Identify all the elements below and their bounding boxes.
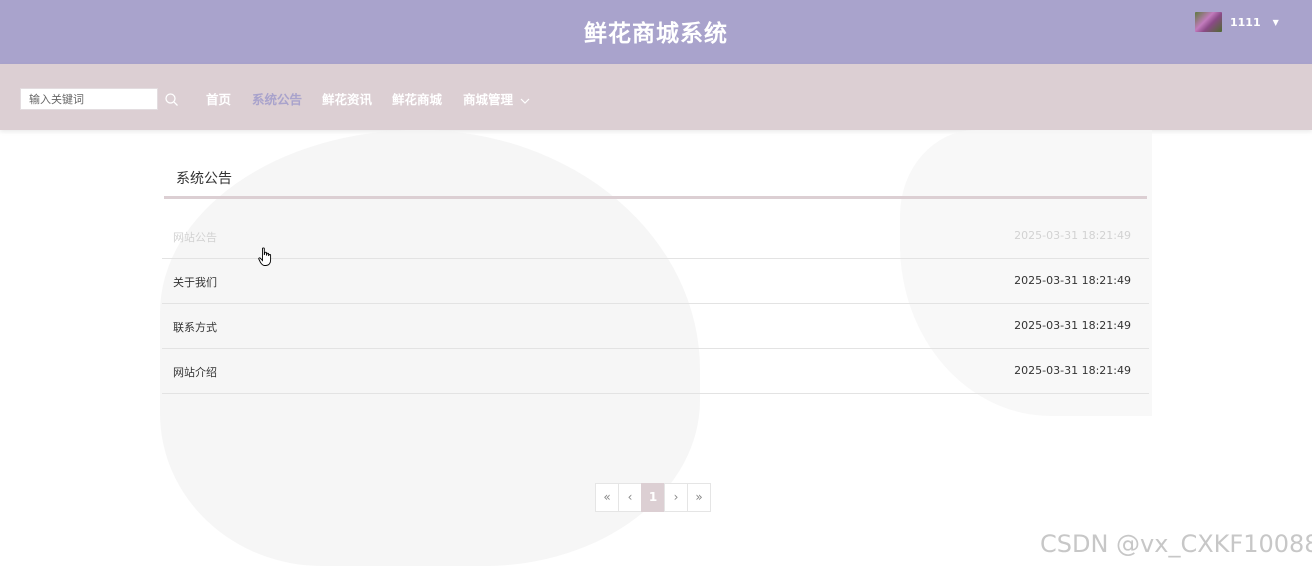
watermark: CSDN @vx_CXKF10088 xyxy=(1040,530,1312,558)
section-title: 系统公告 xyxy=(176,171,232,187)
top-header: 鲜花商城系统 1111 ▼ xyxy=(0,0,1312,64)
pagination: « ‹ 1 › » xyxy=(595,483,711,512)
notice-title[interactable]: 网站介绍 xyxy=(173,364,217,380)
main-navbar: 首页 系统公告 鲜花资讯 鲜花商城 商城管理 xyxy=(0,64,1312,130)
prev-page-button[interactable]: ‹ xyxy=(618,483,642,512)
notice-row[interactable]: 网站介绍 2025-03-31 18:21:49 xyxy=(162,349,1149,394)
username[interactable]: 1111 xyxy=(1230,16,1261,29)
user-menu[interactable]: 1111 ▼ xyxy=(1195,12,1279,32)
notice-title[interactable]: 关于我们 xyxy=(173,274,217,290)
avatar[interactable] xyxy=(1195,12,1222,32)
notice-time: 2025-03-31 18:21:49 xyxy=(1014,319,1131,332)
chevron-down-icon xyxy=(520,98,530,104)
first-page-button[interactable]: « xyxy=(595,483,619,512)
notice-row[interactable]: 关于我们 2025-03-31 18:21:49 xyxy=(162,259,1149,304)
notice-time: 2025-03-31 18:21:49 xyxy=(1014,364,1131,377)
nav-item-announcements[interactable]: 系统公告 xyxy=(252,89,302,108)
notice-row[interactable]: 联系方式 2025-03-31 18:21:49 xyxy=(162,304,1149,349)
search-input[interactable] xyxy=(20,88,158,110)
last-page-button[interactable]: » xyxy=(687,483,711,512)
nav-item-shop-management[interactable]: 商城管理 xyxy=(463,89,530,108)
nav-item-shop-management-label: 商城管理 xyxy=(463,92,514,107)
search-icon[interactable] xyxy=(164,92,180,108)
notice-title[interactable]: 网站公告 xyxy=(173,229,217,245)
page-number-button[interactable]: 1 xyxy=(641,483,665,512)
hand-cursor-icon xyxy=(258,247,272,266)
notice-title[interactable]: 联系方式 xyxy=(173,319,217,335)
nav-item-flower-news[interactable]: 鲜花资讯 xyxy=(322,89,372,108)
notice-time: 2025-03-31 18:21:49 xyxy=(1014,229,1131,242)
notice-row[interactable]: 网站公告 2025-03-31 18:21:49 xyxy=(162,214,1149,259)
next-page-button[interactable]: › xyxy=(664,483,688,512)
notice-time: 2025-03-31 18:21:49 xyxy=(1014,274,1131,287)
nav-item-home[interactable]: 首页 xyxy=(206,89,231,108)
site-title: 鲜花商城系统 xyxy=(584,21,728,47)
nav-item-flower-shop[interactable]: 鲜花商城 xyxy=(392,89,442,108)
caret-down-icon[interactable]: ▼ xyxy=(1273,18,1279,27)
section-divider xyxy=(164,196,1147,199)
